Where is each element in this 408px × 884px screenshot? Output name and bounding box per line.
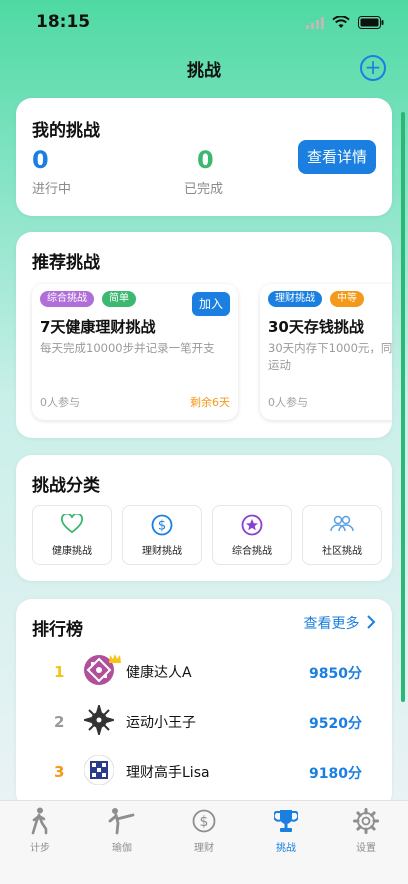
done-count: 0 [197,146,214,174]
challenge-title: 30天存钱挑战 [268,318,364,336]
star-icon [213,514,291,540]
tab-label: 理财 [194,843,214,854]
leaderboard-row[interactable]: 3 理财高手Lisa 9180分 [16,753,392,793]
my-challenges-title: 我的挑战 [32,121,100,141]
view-details-button[interactable]: 查看详情 [298,140,376,174]
done-label: 已完成 [184,182,224,197]
challenge-description: 30天内存下1000元，同 运动 [268,341,392,372]
category-finance[interactable]: $ 理财挑战 [122,505,202,565]
challenge-title: 7天健康理财挑战 [40,318,156,336]
tab-label: 挑战 [276,843,296,854]
chevron-right-icon [364,615,376,632]
tab-settings[interactable]: 设置 [336,807,396,854]
categories-card: 挑战分类 健康挑战 $ 理财挑战 综合挑战 社区挑战 [16,455,392,581]
add-challenge-button[interactable]: + [360,55,386,81]
leaderboard-row[interactable]: 2 运动小王子 9520分 [16,702,392,743]
challenge-description: 每天完成10000步并记录一笔开支 [40,341,215,355]
category-label: 健康挑战 [52,546,92,557]
status-icons [306,14,384,33]
dollar-icon: $ [174,807,234,835]
participants-count: 0人参与 [40,396,80,409]
challenge-card[interactable]: 理财挑战 中等 30天存钱挑战 30天内存下1000元，同 运动 0人参与 [260,284,392,420]
recommended-title: 推荐挑战 [32,253,100,273]
wifi-icon [332,14,350,33]
tab-steps[interactable]: 计步 [10,807,70,854]
rank-number: 3 [54,763,65,781]
join-button[interactable]: 加入 [192,292,230,316]
people-icon [303,514,381,538]
challenge-card[interactable]: 综合挑战 简单 加入 7天健康理财挑战 每天完成10000步并记录一笔开支 0人… [32,284,238,420]
category-community[interactable]: 社区挑战 [302,505,382,565]
yoga-icon [92,807,152,835]
my-challenges-card: 我的挑战 0 进行中 0 已完成 查看详情 [16,98,392,216]
plus-icon: + [364,55,382,79]
tab-label: 瑜伽 [112,843,132,854]
status-bar: 18:15 [0,0,408,44]
rank-number: 1 [54,663,65,681]
tab-finance[interactable]: $ 理财 [174,807,234,854]
participants-count: 0人参与 [268,396,308,409]
category-label: 社区挑战 [322,546,362,557]
leaderboard-title: 排行榜 [32,620,83,640]
tab-bar: 计步 瑜伽 $ 理财 挑战 设置 [0,800,408,884]
ongoing-count: 0 [32,146,49,174]
remaining-days: 剩余6天 [190,396,230,409]
categories-title: 挑战分类 [32,476,100,496]
page-title: 挑战 [187,61,221,81]
heart-icon [33,512,111,538]
category-tag: 理财挑战 [268,291,322,307]
tab-label: 计步 [30,843,50,854]
category-tag: 综合挑战 [40,291,94,307]
difficulty-tag: 中等 [330,291,364,307]
recommended-card: 推荐挑战 综合挑战 简单 加入 7天健康理财挑战 每天完成10000步并记录一笔… [16,232,392,438]
user-score: 9850分 [309,666,362,682]
avatar [83,754,115,786]
user-name: 运动小王子 [126,715,196,731]
tab-challenge[interactable]: 挑战 [256,807,316,854]
category-label: 综合挑战 [232,546,272,557]
crown-icon [108,649,122,668]
walking-icon [10,807,70,835]
tab-yoga[interactable]: 瑜伽 [92,807,152,854]
scrollbar[interactable] [401,112,405,702]
battery-icon [358,14,384,33]
gear-icon [336,807,396,835]
user-name: 健康达人A [126,665,192,681]
user-score: 9180分 [309,766,362,782]
view-more-label: 查看更多 [303,616,360,632]
tab-label: 设置 [356,843,376,854]
ongoing-label: 进行中 [32,182,72,197]
signal-icon [306,14,324,33]
view-more-link[interactable]: 查看更多 [304,613,376,633]
svg-text:$: $ [200,814,209,830]
category-combined[interactable]: 综合挑战 [212,505,292,565]
avatar [81,702,117,738]
status-time: 18:15 [36,12,91,32]
leaderboard-card: 排行榜 查看更多 1 健康达人A 9850分 2 运动小王子 9520分 3 理… [16,599,392,809]
category-label: 理财挑战 [142,546,182,557]
rank-number: 2 [54,713,65,731]
dollar-icon: $ [123,514,201,540]
difficulty-tag: 简单 [102,291,136,307]
trophy-icon [256,807,316,835]
category-health[interactable]: 健康挑战 [32,505,112,565]
leaderboard-row[interactable]: 1 健康达人A 9850分 [16,653,392,693]
svg-text:$: $ [158,519,166,534]
user-score: 9520分 [309,716,362,732]
user-name: 理财高手Lisa [126,765,210,781]
